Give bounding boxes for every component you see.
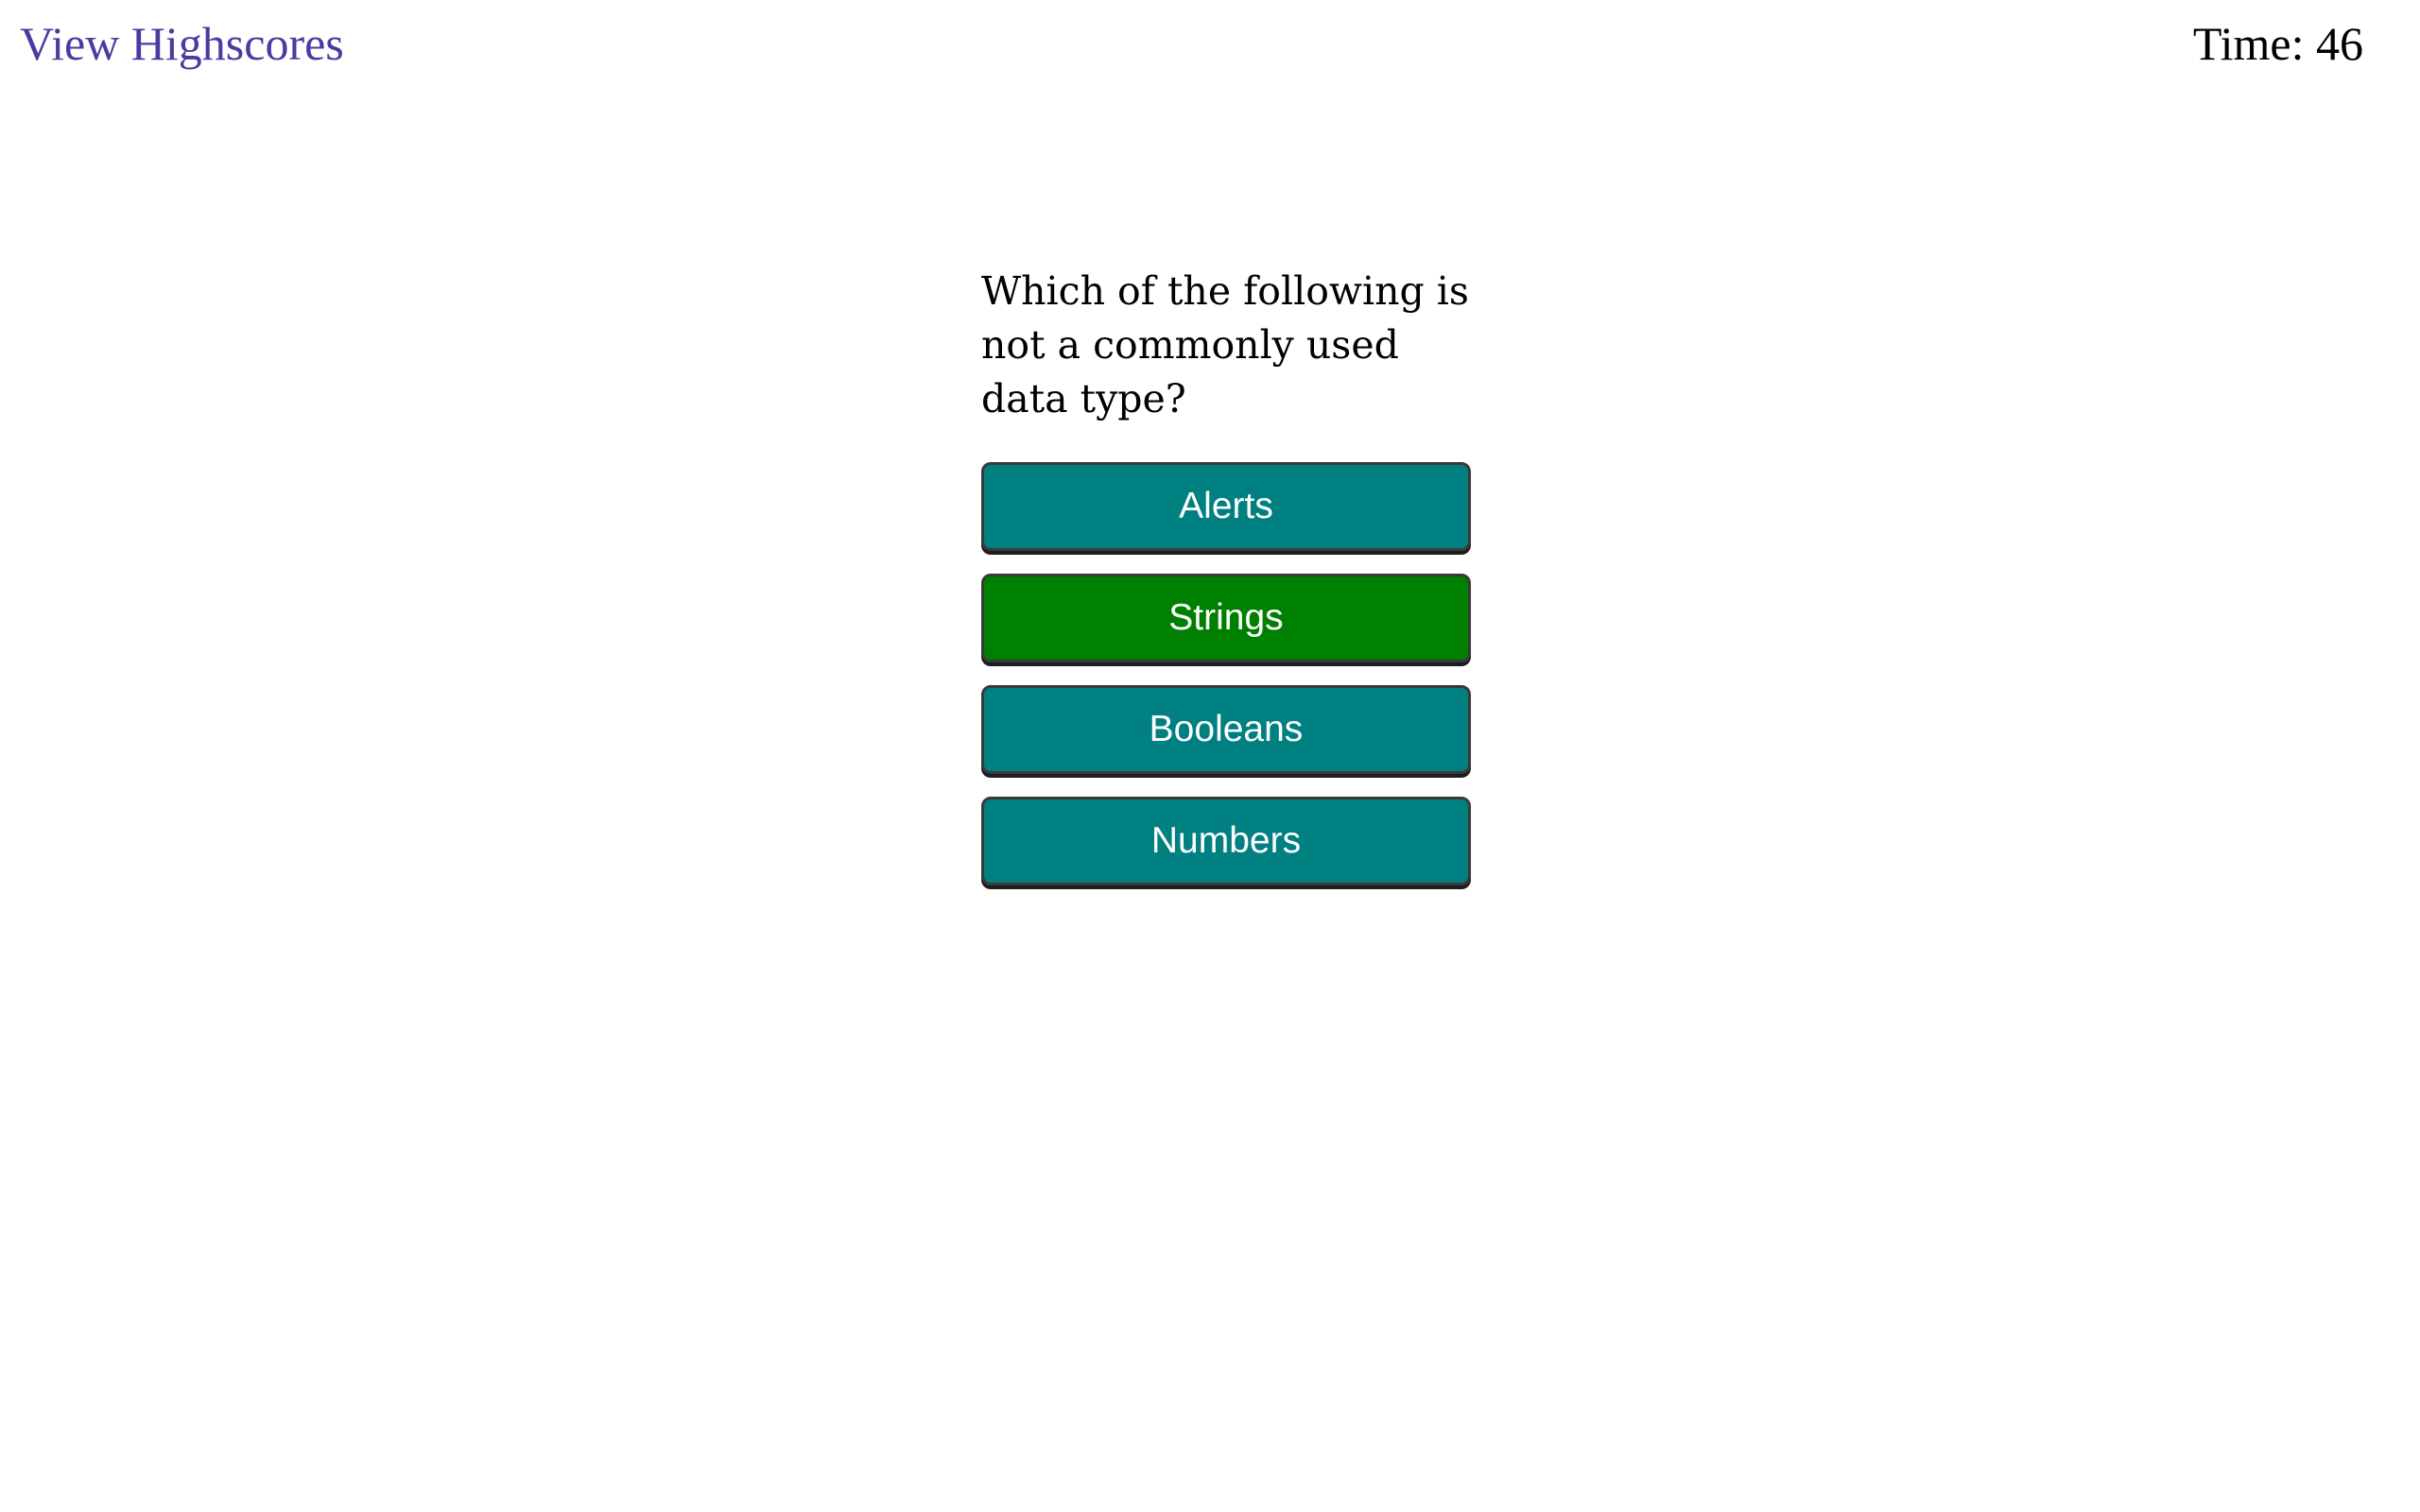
answer-item: Numbers [981, 797, 1473, 885]
question-text: Which of the following is not a commonly… [981, 268, 1469, 421]
answer-list: Alerts Strings Booleans Numbers [981, 462, 1473, 885]
answer-button-strings[interactable]: Strings [981, 574, 1471, 662]
timer: Time: 46 [2192, 17, 2363, 70]
quiz-container: Which of the following is not a commonly… [981, 265, 1473, 908]
answer-button-alerts[interactable]: Alerts [981, 462, 1471, 551]
answer-item: Alerts [981, 462, 1473, 551]
answer-button-booleans[interactable]: Booleans [981, 685, 1471, 774]
answer-item: Booleans [981, 685, 1473, 774]
answer-item: Strings [981, 574, 1473, 662]
view-highscores-link[interactable]: View Highscores [20, 13, 344, 74]
answer-button-numbers[interactable]: Numbers [981, 797, 1471, 885]
